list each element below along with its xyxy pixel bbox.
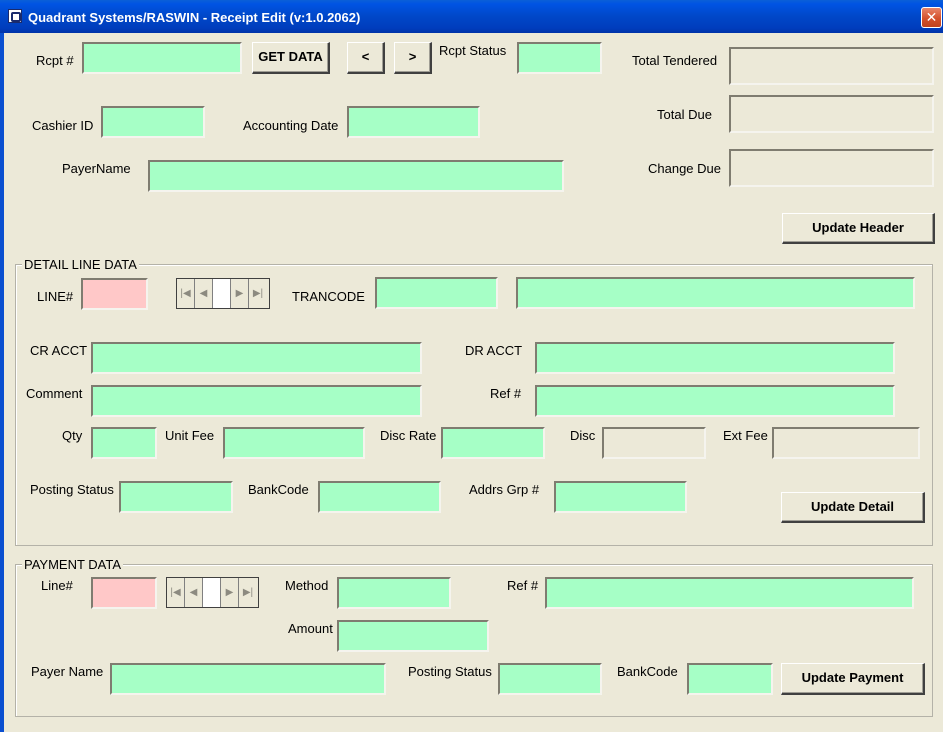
- payment-payer-name-label: Payer Name: [31, 664, 104, 679]
- qty-field[interactable]: [91, 427, 157, 459]
- first-record-icon[interactable]: |◀: [177, 279, 195, 308]
- method-label: Method: [285, 578, 329, 593]
- dr-acct-field[interactable]: [535, 342, 895, 374]
- detail-line-navigator: |◀ ◀ ▶ ▶|: [176, 278, 270, 309]
- detail-ref-field[interactable]: [535, 385, 895, 417]
- last-record-icon[interactable]: ▶|: [239, 578, 257, 607]
- window-border: [0, 33, 4, 732]
- disc-field[interactable]: [602, 427, 706, 459]
- detail-bank-code-label: BankCode: [248, 482, 309, 497]
- payment-line-number-label: Line#: [41, 578, 73, 593]
- accounting-date-label: Accounting Date: [243, 118, 339, 133]
- ext-fee-label: Ext Fee: [723, 428, 768, 443]
- change-due-field[interactable]: [729, 149, 934, 187]
- next-record-icon[interactable]: ▶: [221, 578, 239, 607]
- disc-rate-label: Disc Rate: [380, 428, 437, 443]
- unit-fee-field[interactable]: [223, 427, 365, 459]
- next-record-icon[interactable]: ▶: [231, 279, 249, 308]
- update-header-button[interactable]: Update Header: [782, 213, 935, 244]
- title-bar[interactable]: Quadrant Systems/RASWIN - Receipt Edit (…: [0, 0, 943, 33]
- cashier-id-label: Cashier ID: [32, 118, 94, 133]
- rcpt-number-label: Rcpt #: [36, 53, 74, 68]
- trancode-description-field[interactable]: [516, 277, 915, 309]
- update-detail-button[interactable]: Update Detail: [781, 492, 925, 523]
- comment-field[interactable]: [91, 385, 422, 417]
- previous-record-icon[interactable]: ◀: [195, 279, 213, 308]
- amount-label: Amount: [288, 621, 333, 636]
- app-icon[interactable]: [8, 9, 22, 23]
- disc-rate-field[interactable]: [441, 427, 545, 459]
- trancode-field[interactable]: [375, 277, 498, 309]
- comment-label: Comment: [26, 386, 83, 401]
- detail-line-number-label: LINE#: [37, 289, 74, 304]
- accounting-date-field[interactable]: [347, 106, 480, 138]
- payer-name-label: PayerName: [62, 161, 131, 176]
- addrs-grp-label: Addrs Grp #: [469, 482, 540, 497]
- unit-fee-label: Unit Fee: [165, 428, 215, 443]
- addrs-grp-field[interactable]: [554, 481, 687, 513]
- close-icon: ✕: [925, 9, 938, 25]
- record-position-slot: [203, 578, 221, 607]
- total-tendered-field[interactable]: [729, 47, 934, 85]
- detail-ref-label: Ref #: [490, 386, 522, 401]
- last-record-icon[interactable]: ▶|: [249, 279, 267, 308]
- payment-payer-name-field[interactable]: [110, 663, 386, 695]
- disc-label: Disc: [570, 428, 596, 443]
- rcpt-status-field[interactable]: [517, 42, 602, 74]
- payment-group-title: PAYMENT DATA: [22, 557, 124, 572]
- amount-field[interactable]: [337, 620, 489, 652]
- previous-receipt-button[interactable]: <: [347, 42, 385, 74]
- next-receipt-button[interactable]: >: [394, 42, 432, 74]
- payer-name-field[interactable]: [148, 160, 564, 192]
- total-tendered-label: Total Tendered: [632, 53, 718, 68]
- cr-acct-label: CR ACCT: [30, 343, 88, 358]
- detail-line-number-field[interactable]: [81, 278, 148, 310]
- payment-bank-code-field[interactable]: [687, 663, 773, 695]
- cr-acct-field[interactable]: [91, 342, 422, 374]
- get-data-button[interactable]: GET DATA: [252, 42, 330, 74]
- update-payment-button[interactable]: Update Payment: [781, 663, 925, 695]
- window-title: Quadrant Systems/RASWIN - Receipt Edit (…: [28, 10, 361, 25]
- ext-fee-field[interactable]: [772, 427, 920, 459]
- detail-posting-status-label: Posting Status: [30, 482, 114, 497]
- detail-bank-code-field[interactable]: [318, 481, 441, 513]
- first-record-icon[interactable]: |◀: [167, 578, 185, 607]
- total-due-label: Total Due: [657, 107, 712, 122]
- rcpt-status-label: Rcpt Status: [439, 43, 507, 58]
- payment-ref-field[interactable]: [545, 577, 914, 609]
- payment-ref-label: Ref #: [507, 578, 539, 593]
- record-position-slot: [213, 279, 231, 308]
- trancode-label: TRANCODE: [292, 289, 365, 304]
- dr-acct-label: DR ACCT: [465, 343, 523, 358]
- payment-bank-code-label: BankCode: [617, 664, 678, 679]
- close-button[interactable]: ✕: [921, 7, 942, 28]
- payment-posting-status-label: Posting Status: [408, 664, 492, 679]
- rcpt-number-field[interactable]: [82, 42, 242, 74]
- payment-posting-status-field[interactable]: [498, 663, 602, 695]
- detail-line-group-title: DETAIL LINE DATA: [22, 257, 139, 272]
- change-due-label: Change Due: [648, 161, 721, 176]
- total-due-field[interactable]: [729, 95, 934, 133]
- payment-line-number-field[interactable]: [91, 577, 157, 609]
- detail-posting-status-field[interactable]: [119, 481, 233, 513]
- method-field[interactable]: [337, 577, 451, 609]
- previous-record-icon[interactable]: ◀: [185, 578, 203, 607]
- payment-line-navigator: |◀ ◀ ▶ ▶|: [166, 577, 259, 608]
- qty-label: Qty: [62, 428, 83, 443]
- cashier-id-field[interactable]: [101, 106, 205, 138]
